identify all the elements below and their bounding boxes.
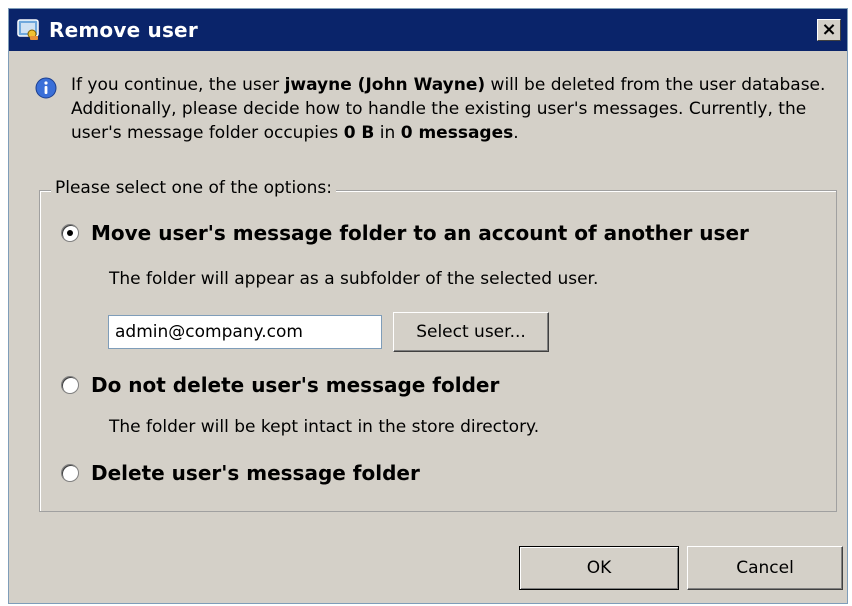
info-text-3: in [374, 123, 401, 143]
ok-button[interactable]: OK [519, 546, 679, 590]
close-button[interactable]: × [817, 19, 841, 41]
window-title: Remove user [49, 18, 198, 42]
move-description: The folder will appear as a subfolder of… [109, 269, 599, 289]
move-radio[interactable] [61, 224, 79, 242]
cancel-button[interactable]: Cancel [687, 546, 843, 590]
info-message: If you continue, the user jwayne (John W… [71, 73, 841, 145]
options-group-label: Please select one of the options: [51, 178, 336, 198]
message-count: 0 messages [400, 123, 514, 143]
target-user-input[interactable] [108, 315, 382, 349]
keep-description: The folder will be kept intact in the st… [109, 417, 540, 437]
option-delete-folder[interactable]: Delete user's message folder [61, 461, 420, 485]
select-user-button[interactable]: Select user... [393, 312, 549, 352]
keep-option-label: Do not delete user's message folder [91, 373, 500, 397]
delete-radio[interactable] [61, 464, 79, 482]
info-text-1: If you continue, the user [71, 75, 285, 95]
title-bar[interactable]: Remove user × [9, 9, 847, 51]
folder-size: 0 B [343, 123, 375, 143]
user-name: jwayne (John Wayne) [284, 75, 486, 95]
info-text-4: . [513, 123, 519, 143]
keep-radio[interactable] [61, 376, 79, 394]
option-keep-folder[interactable]: Do not delete user's message folder [61, 373, 499, 397]
app-user-icon [17, 19, 39, 40]
option-move-folder[interactable]: Move user's message folder to an account… [61, 221, 749, 245]
remove-user-dialog: Remove user × If you continue, the user … [8, 8, 848, 604]
info-icon [35, 77, 57, 99]
delete-option-label: Delete user's message folder [91, 461, 420, 485]
move-option-label: Move user's message folder to an account… [91, 221, 749, 245]
